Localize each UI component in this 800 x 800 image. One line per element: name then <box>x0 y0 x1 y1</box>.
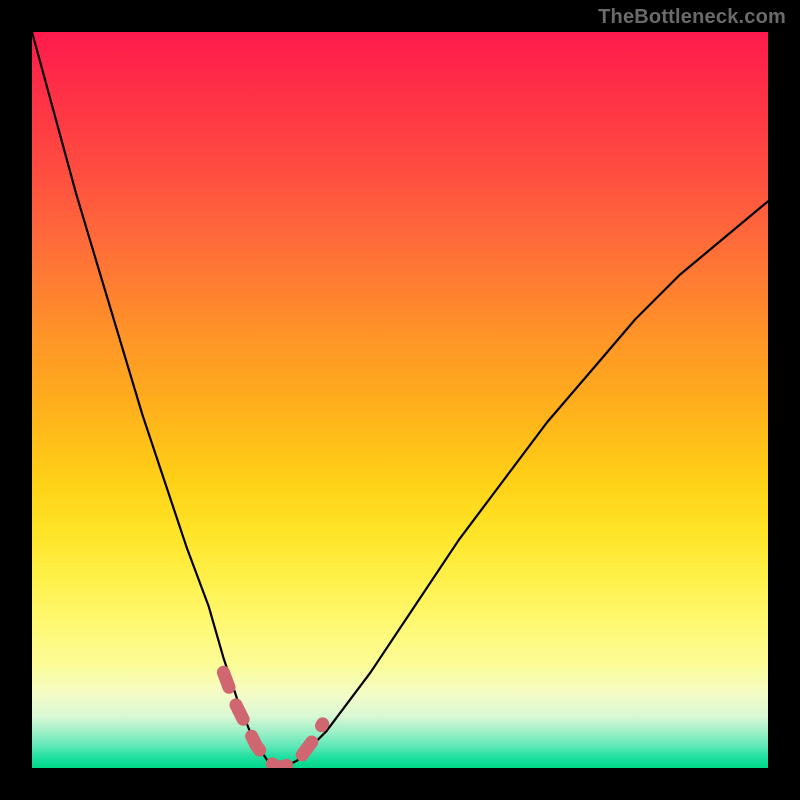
watermark-text: TheBottleneck.com <box>598 6 786 29</box>
plot-area <box>32 32 768 768</box>
chart-frame: TheBottleneck.com <box>0 0 800 800</box>
bottleneck-curve <box>32 32 768 768</box>
minimum-highlight <box>223 672 322 768</box>
curve-layer <box>32 32 768 768</box>
